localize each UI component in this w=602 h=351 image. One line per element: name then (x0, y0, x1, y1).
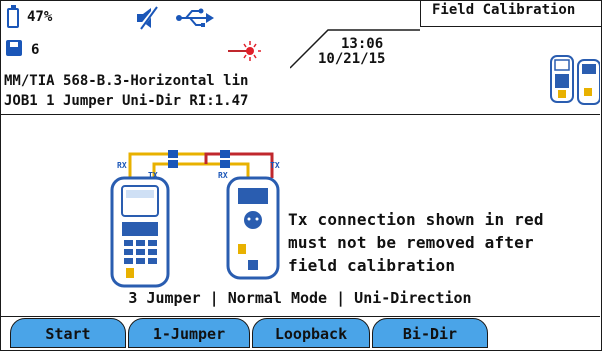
message-line-3: field calibration (288, 256, 456, 275)
message-line-1: Tx connection shown in red (288, 210, 544, 229)
calibration-diagram (110, 150, 280, 288)
right-rx-label: RX (218, 171, 228, 180)
battery-percent: 47% (27, 9, 53, 25)
meter-pair-icon (550, 55, 600, 105)
left-tx-label: TX (148, 171, 158, 180)
saved-count: 6 (31, 42, 40, 58)
clock-date: 10/21/15 (318, 51, 386, 67)
floppy-disk-icon (6, 40, 22, 56)
test-summary: 3 Jumper | Normal Mode | Uni-Direction (128, 289, 472, 307)
header-divider (0, 114, 600, 115)
speaker-muted-icon (137, 6, 158, 30)
page-title: Field Calibration (432, 2, 576, 18)
job-info-line: JOB1 1 Jumper Uni-Dir RI:1.47 (4, 93, 249, 109)
laser-active-icon (228, 41, 261, 61)
message-line-2: must not be removed after (288, 233, 534, 252)
usb-icon (176, 8, 214, 27)
start-button[interactable]: Start (10, 318, 126, 348)
bi-dir-button[interactable]: Bi-Dir (372, 318, 488, 348)
test-limit-line: MM/TIA 568-B.3-Horizontal lin (4, 73, 249, 89)
clock-time: 13:06 (341, 36, 384, 52)
battery-icon (7, 5, 19, 28)
one-jumper-button[interactable]: 1-Jumper (128, 318, 250, 348)
left-rx-label: RX (117, 161, 127, 170)
softkey-divider (0, 316, 600, 317)
right-tx-label: TX (270, 161, 280, 170)
loopback-button[interactable]: Loopback (252, 318, 370, 348)
